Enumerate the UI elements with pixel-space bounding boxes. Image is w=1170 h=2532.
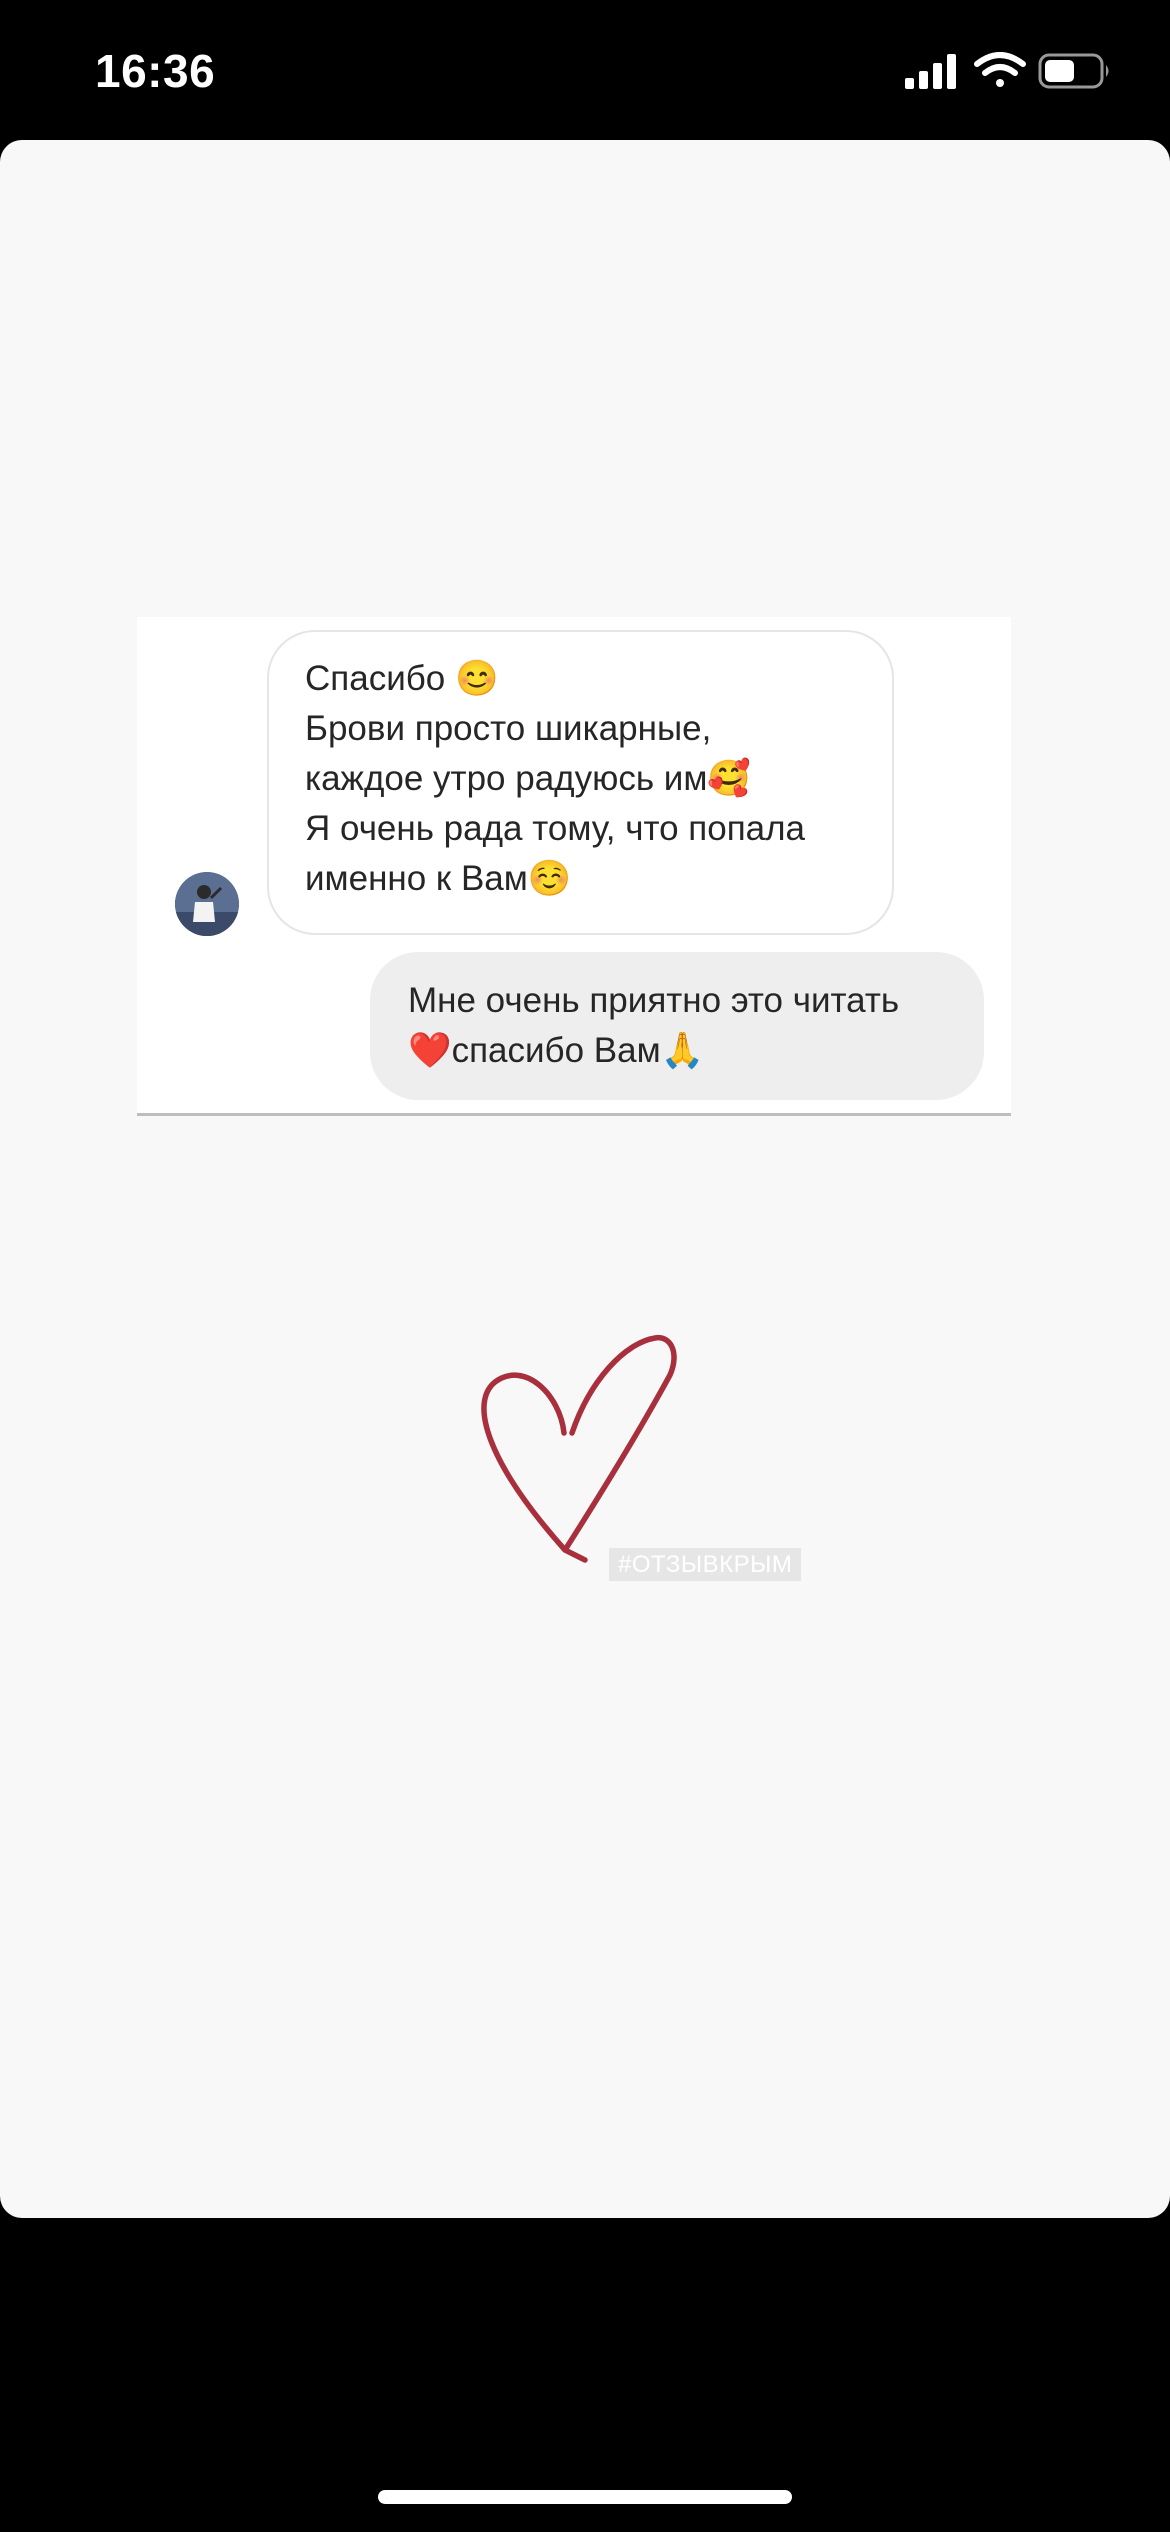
outgoing-message-line: ❤️спасибо Вам🙏 xyxy=(408,1031,705,1070)
home-indicator[interactable] xyxy=(378,2490,792,2504)
heart-drawing-icon xyxy=(470,1310,710,1570)
story-card[interactable] xyxy=(0,140,1170,2218)
avatar xyxy=(175,872,239,936)
hashtag-sticker[interactable]: #ОТЗЫВКРЫМ xyxy=(609,1548,802,1581)
cellular-signal-icon xyxy=(905,54,956,89)
status-icons xyxy=(905,52,1115,92)
incoming-message-line: Спасибо 😊 xyxy=(305,659,499,698)
outgoing-message-bubble[interactable]: Мне очень приятно это читать ❤️спасибо В… xyxy=(370,952,984,1100)
wifi-icon xyxy=(974,52,1026,87)
incoming-message-line: Брови просто шикарные, xyxy=(305,709,712,748)
battery-icon xyxy=(1038,53,1109,89)
incoming-message-line: Я очень рада тому, что попала xyxy=(305,809,806,848)
status-time: 16:36 xyxy=(95,45,216,97)
incoming-message-bubble[interactable]: Спасибо 😊 Брови просто шикарные, каждое … xyxy=(267,630,894,935)
outgoing-message-line: Мне очень приятно это читать xyxy=(408,981,900,1020)
incoming-message-line: именно к Вам☺️ xyxy=(305,859,572,898)
incoming-message-line: каждое утро радуюсь им🥰 xyxy=(305,759,751,798)
status-bar: 16:36 xyxy=(0,0,1170,140)
